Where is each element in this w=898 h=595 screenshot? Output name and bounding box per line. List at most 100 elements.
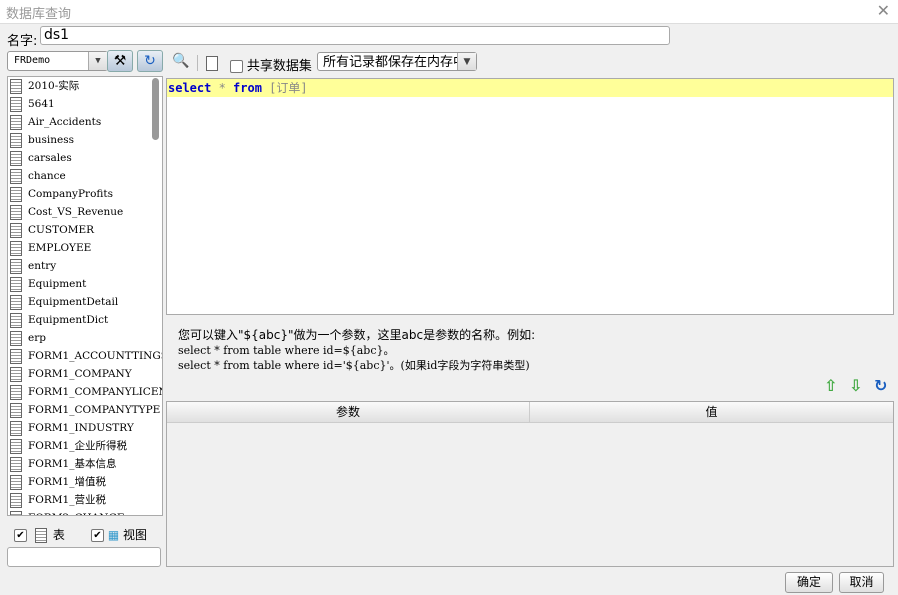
table-icon <box>10 150 22 166</box>
refresh-button[interactable]: ↻ <box>137 50 163 72</box>
close-icon[interactable]: ✕ <box>877 1 890 20</box>
table-list-item[interactable]: 5641 <box>10 95 55 113</box>
table-list-item[interactable]: erp <box>10 329 46 347</box>
table-list-item[interactable]: EMPLOYEE <box>10 239 91 257</box>
view-filter-checkbox[interactable]: ✔ ▦ 视图 <box>91 526 147 543</box>
table-list-item[interactable]: FORM1_INDUSTRY <box>10 419 134 437</box>
table-name: entry <box>28 260 57 272</box>
table-name: CompanyProfits <box>28 188 114 200</box>
table-name: erp <box>28 332 46 344</box>
table-list-item[interactable]: EquipmentDetail <box>10 293 118 311</box>
document-icon[interactable] <box>206 56 224 71</box>
help-example-1: select * from table where id=${abc}。 <box>178 344 395 357</box>
table-name: FORM1_基本信息 <box>28 458 117 470</box>
help-text: 您可以键入"${abc}"做为一个参数，这里abc是参数的名称。例如: <box>178 328 536 342</box>
table-name: FORM1_增值税 <box>28 476 106 488</box>
table-name: FORM1_ACCOUNTTINGSYSTEM <box>28 350 162 362</box>
table-icon <box>10 168 22 184</box>
table-icon <box>10 312 22 328</box>
table-icon <box>10 132 22 148</box>
name-label: 名字: <box>7 34 38 49</box>
table-name: EMPLOYEE <box>28 242 92 254</box>
table-icon <box>10 276 22 292</box>
table-list-item[interactable]: FORM2_CHANGE <box>10 509 125 515</box>
table-list[interactable]: 2010-实际 5641 Air_Accidents business carsales… <box>7 76 163 516</box>
window-title: 数据库查询 <box>6 7 72 22</box>
table-list-item[interactable]: FORM1_营业税 <box>10 491 106 509</box>
table-list-item[interactable]: FORM1_增值税 <box>10 473 106 491</box>
move-up-icon[interactable]: ⇧ <box>824 376 837 395</box>
table-list-item[interactable]: CompanyProfits <box>10 185 113 203</box>
title-bar <box>0 0 898 24</box>
table-name: FORM1_COMPANYTYPE <box>28 404 161 416</box>
table-icon <box>10 78 22 94</box>
table-list-item[interactable]: Equipment <box>10 275 86 293</box>
table-search-input[interactable] <box>7 547 161 567</box>
preview-icon[interactable]: 🔍 <box>172 53 189 69</box>
parameter-table[interactable]: 参数 值 <box>166 401 894 567</box>
table-name: EquipmentDetail <box>28 296 119 308</box>
table-list-item[interactable]: 2010-实际 <box>10 77 79 95</box>
column-header-value[interactable]: 值 <box>530 402 893 423</box>
table-icon <box>10 114 22 130</box>
table-icon <box>10 348 22 364</box>
table-name: 2010-实际 <box>28 80 80 92</box>
refresh-params-icon[interactable]: ↻ <box>874 376 887 395</box>
table-name: EquipmentDict <box>28 314 109 326</box>
cancel-button[interactable]: 取消 <box>839 572 884 593</box>
view-filter-label: 视图 <box>123 528 148 542</box>
table-icon <box>10 492 22 508</box>
table-name: FORM1_营业税 <box>28 494 106 506</box>
name-input[interactable]: ds1 <box>40 26 670 45</box>
table-filter-checkbox[interactable]: ✔ 表 <box>14 526 65 543</box>
table-name: Cost_VS_Revenue <box>28 206 124 218</box>
cache-mode-select[interactable]: 所有记录都保存在内存中 ▼ <box>317 52 477 71</box>
table-name: CUSTOMER <box>28 224 95 236</box>
move-down-icon[interactable]: ⇩ <box>849 376 862 395</box>
sql-editor[interactable]: select * from [订单] <box>166 78 894 315</box>
table-icon <box>10 96 22 112</box>
column-header-param[interactable]: 参数 <box>167 402 530 423</box>
table-list-item[interactable]: CUSTOMER <box>10 221 94 239</box>
table-name: FORM1_COMPANYLICENSE <box>28 386 162 398</box>
table-list-item[interactable]: FORM1_COMPANYLICENSE <box>10 383 162 401</box>
sql-keyword: select <box>168 81 212 95</box>
refresh-icon: ↻ <box>144 53 156 69</box>
table-list-item[interactable]: FORM1_COMPANY <box>10 365 132 383</box>
chevron-down-icon: ▼ <box>457 53 476 70</box>
table-icon <box>10 456 22 472</box>
table-name: business <box>28 134 74 146</box>
share-checkbox[interactable]: 共享数据集 <box>230 55 312 74</box>
table-icon <box>10 240 22 256</box>
table-icon <box>10 186 22 202</box>
tools-button[interactable]: ⚒ <box>107 50 133 72</box>
table-icon <box>10 294 22 310</box>
table-icon <box>10 474 22 490</box>
cache-mode-value: 所有记录都保存在内存中 <box>323 55 467 70</box>
database-value: FRDemo <box>14 55 51 66</box>
table-list-scrollbar[interactable] <box>152 78 159 140</box>
table-list-item[interactable]: carsales <box>10 149 72 167</box>
table-name: carsales <box>28 152 72 164</box>
table-list-item[interactable]: EquipmentDict <box>10 311 108 329</box>
ok-button[interactable]: 确定 <box>785 572 833 593</box>
table-list-item[interactable]: Cost_VS_Revenue <box>10 203 123 221</box>
database-select[interactable]: FRDemo ▼ <box>7 51 108 71</box>
table-list-item[interactable]: FORM1_企业所得税 <box>10 437 127 455</box>
table-icon <box>10 258 22 274</box>
table-list-item[interactable]: Air_Accidents <box>10 113 101 131</box>
table-list-item[interactable]: FORM1_ACCOUNTTINGSYSTEM <box>10 347 162 365</box>
table-name: 5641 <box>28 98 55 110</box>
table-list-item[interactable]: business <box>10 131 74 149</box>
table-list-item[interactable]: FORM1_COMPANYTYPE <box>10 401 160 419</box>
table-icon <box>10 384 22 400</box>
table-list-item[interactable]: FORM1_基本信息 <box>10 455 116 473</box>
sql-keyword: from <box>233 81 262 95</box>
table-list-item[interactable]: chance <box>10 167 66 185</box>
chevron-down-icon: ▼ <box>88 52 107 70</box>
table-icon <box>10 204 22 220</box>
table-name: chance <box>28 170 66 182</box>
table-icon <box>10 438 22 454</box>
table-name: FORM1_企业所得税 <box>28 440 127 452</box>
table-list-item[interactable]: entry <box>10 257 56 275</box>
